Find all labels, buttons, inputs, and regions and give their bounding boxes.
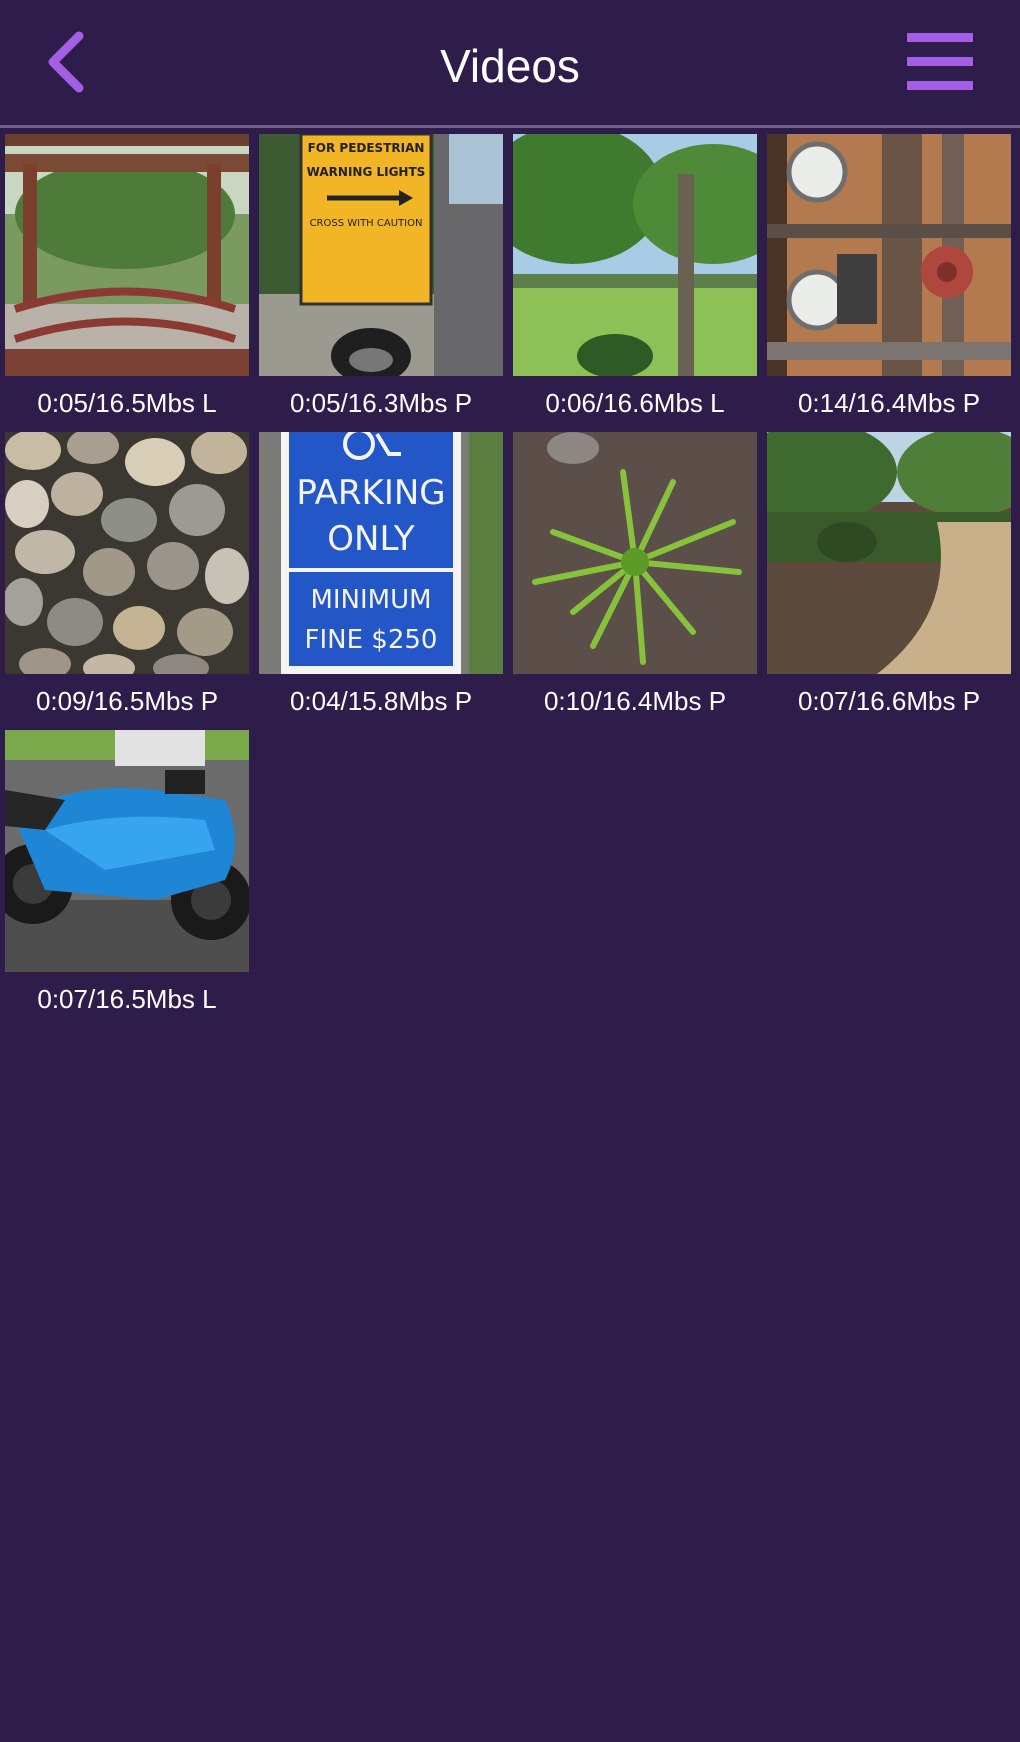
app-bar: Videos	[0, 0, 1020, 128]
video-tile[interactable]: 0:14/16.4Mbs P	[767, 134, 1011, 430]
sign-text-line2: WARNING LIGHTS	[307, 165, 426, 179]
video-caption: 0:05/16.5Mbs L	[37, 388, 217, 418]
video-caption: 0:14/16.4Mbs P	[797, 388, 981, 418]
video-tile[interactable]: 0:07/16.5Mbs L	[5, 730, 249, 1026]
video-thumbnail-garden-path	[767, 432, 1011, 674]
back-button[interactable]	[30, 22, 100, 102]
video-caption: 0:04/15.8Mbs P	[289, 686, 473, 716]
video-thumbnail-blue-motorcycle	[5, 730, 249, 972]
video-caption: 0:07/16.6Mbs P	[797, 686, 981, 716]
header-divider	[0, 125, 1020, 128]
video-tile[interactable]: 0:10/16.4Mbs P	[513, 432, 757, 728]
sign-text-only: ONLY	[327, 519, 415, 559]
video-caption: 0:07/16.5Mbs L	[37, 984, 217, 1014]
sign-text-line3: CROSS WITH CAUTION	[310, 218, 423, 229]
hamburger-menu-icon	[907, 33, 973, 90]
video-caption: 0:10/16.4Mbs P	[543, 686, 727, 716]
sign-text-parking: PARKING	[296, 473, 445, 513]
sign-text-minimum: MINIMUM	[310, 585, 431, 615]
video-thumbnail-pedestrian-sign: FOR PEDESTRIAN WARNING LIGHTS CROSS WITH…	[259, 134, 503, 376]
video-thumbnail-garden-footbridge	[5, 134, 249, 376]
sign-text-line1: FOR PEDESTRIAN	[308, 141, 425, 155]
video-thumbnail-pipes-gauges	[767, 134, 1011, 376]
chevron-left-icon	[48, 31, 84, 93]
video-thumbnail-parking-sign: PARKING ONLY MINIMUM FINE $250	[259, 432, 503, 674]
video-caption: 0:09/16.5Mbs P	[35, 686, 219, 716]
video-caption: 0:05/16.3Mbs P	[289, 388, 473, 418]
video-caption: 0:06/16.6Mbs L	[545, 388, 725, 418]
video-tile[interactable]: 0:05/16.5Mbs L	[5, 134, 249, 430]
video-thumbnail-green-plant	[513, 432, 757, 674]
video-thumbnail-river-rocks	[5, 432, 249, 674]
menu-button[interactable]	[895, 22, 985, 102]
video-tile[interactable]: 0:07/16.6Mbs P	[767, 432, 1011, 728]
video-tile[interactable]: 0:06/16.6Mbs L	[513, 134, 757, 430]
video-tile[interactable]: FOR PEDESTRIAN WARNING LIGHTS CROSS WITH…	[259, 134, 503, 430]
page-title: Videos	[440, 40, 580, 92]
video-tile[interactable]: 0:09/16.5Mbs P	[5, 432, 249, 728]
video-thumbnail-tree-lawn	[513, 134, 757, 376]
sign-text-fine: FINE $250	[305, 625, 438, 655]
video-tile[interactable]: PARKING ONLY MINIMUM FINE $250 0:04/15.8…	[259, 432, 503, 728]
